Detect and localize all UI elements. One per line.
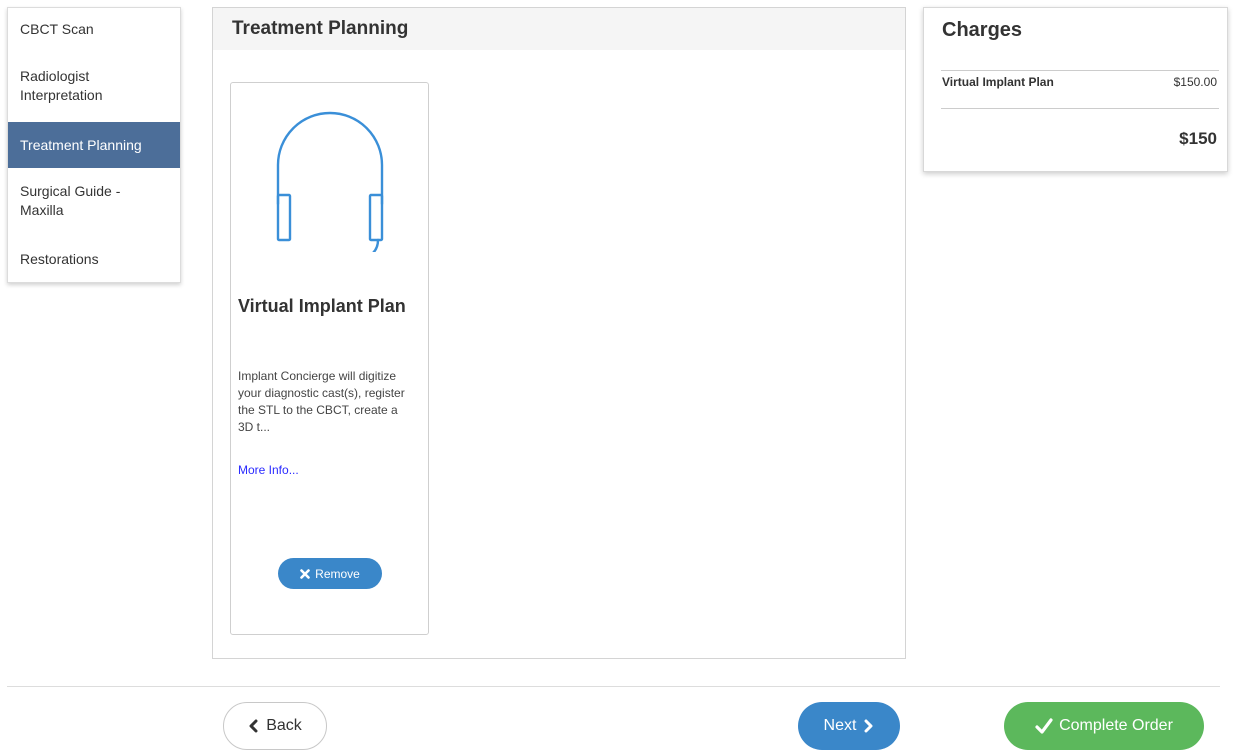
sidebar-item-label: Surgical Guide - Maxilla (20, 183, 121, 218)
charge-item-label: Virtual Implant Plan (942, 75, 1054, 89)
divider (941, 70, 1219, 71)
close-icon (300, 568, 310, 579)
product-card: Virtual Implant Plan Implant Concierge w… (230, 82, 429, 635)
remove-button-label: Remove (315, 566, 360, 581)
sidebar-nav: CBCT Scan Radiologist Interpretation Tre… (7, 7, 181, 283)
sidebar-item-radiologist-interpretation[interactable]: Radiologist Interpretation (8, 61, 180, 113)
sidebar-item-cbct-scan[interactable]: CBCT Scan (8, 8, 180, 50)
card-description: Implant Concierge will digitize your dia… (238, 369, 405, 434)
card-title: Virtual Implant Plan (238, 296, 406, 316)
back-button[interactable]: Back (223, 702, 327, 750)
more-info-link[interactable]: More Info... (238, 463, 299, 477)
sidebar-item-label: CBCT Scan (20, 20, 94, 37)
complete-order-button[interactable]: Complete Order (1004, 702, 1204, 750)
back-button-label: Back (266, 717, 302, 734)
charges-title: Charges (942, 19, 1023, 41)
chevron-right-icon (864, 719, 874, 733)
next-button-label: Next (823, 717, 857, 734)
panel-header: Treatment Planning (213, 8, 905, 50)
checkmark-icon (1035, 718, 1053, 734)
footer-divider (7, 686, 1220, 687)
sidebar-item-restorations[interactable]: Restorations (8, 238, 180, 280)
divider (941, 108, 1219, 109)
sidebar-item-surgical-guide-maxilla[interactable]: Surgical Guide - Maxilla (8, 172, 180, 230)
sidebar-item-label: Radiologist Interpretation (20, 68, 103, 103)
charge-item-amount: $150.00 (1173, 75, 1217, 89)
charges-panel: Charges Virtual Implant Plan $150.00 $15… (923, 7, 1228, 172)
remove-button[interactable]: Remove (278, 558, 382, 589)
chevron-left-icon (248, 719, 258, 733)
sidebar-item-treatment-planning[interactable]: Treatment Planning (8, 122, 180, 168)
sidebar-item-label: Restorations (20, 250, 99, 267)
headset-icon (274, 108, 386, 269)
next-button[interactable]: Next (798, 702, 900, 750)
page-title: Treatment Planning (232, 18, 409, 39)
complete-order-label: Complete Order (1059, 717, 1173, 734)
charges-total: $150 (1179, 129, 1217, 148)
sidebar-item-label: Treatment Planning (20, 136, 142, 153)
